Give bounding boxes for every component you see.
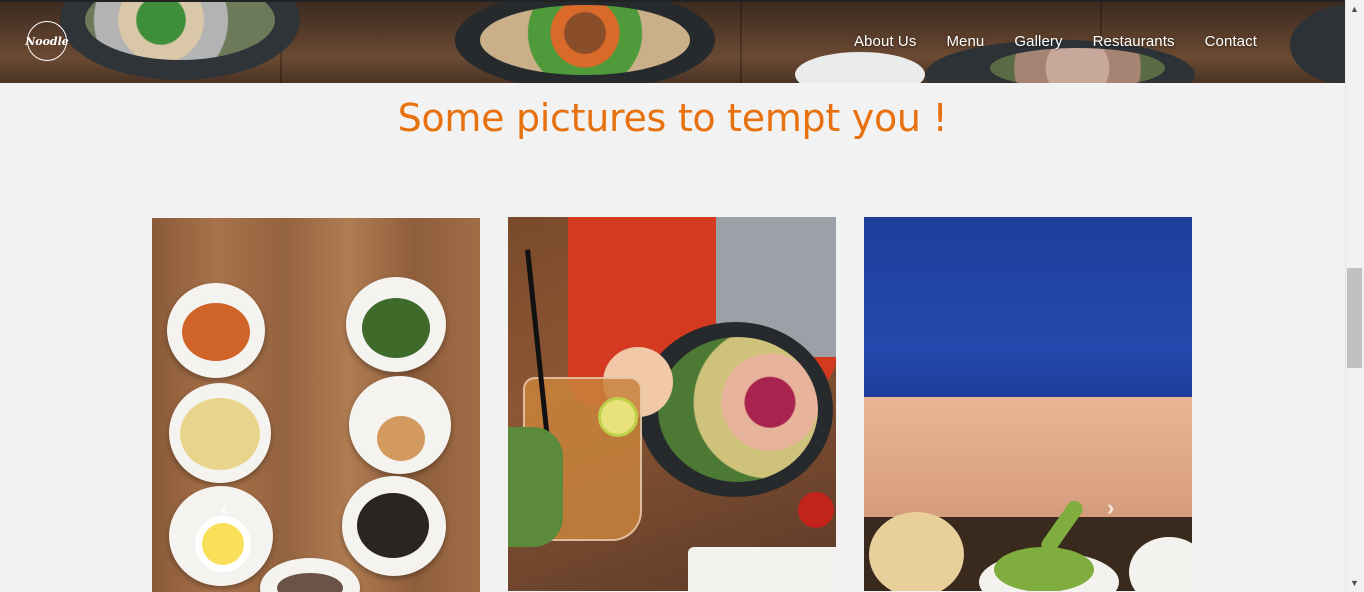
small-bowl-image [795, 52, 925, 83]
gallery-image-drink[interactable] [508, 217, 836, 591]
main-navigation: About Us Menu Gallery Restaurants Contac… [854, 33, 1257, 50]
seaweed [362, 298, 430, 358]
egg [202, 523, 244, 565]
chevron-left-icon[interactable]: ‹ [220, 496, 227, 522]
ramen-toppings [480, 5, 690, 75]
plate [688, 547, 836, 591]
gallery-image-bowls[interactable]: ‹ [152, 218, 480, 592]
brand-logo[interactable]: Noodle [25, 21, 69, 61]
nav-restaurants[interactable]: Restaurants [1093, 33, 1175, 50]
logo-text: Noodle [25, 34, 69, 48]
kimchi [182, 303, 250, 361]
gallery-title: Some pictures to tempt you ! [397, 96, 948, 140]
scroll-down-arrow-icon[interactable]: ▼ [1345, 574, 1364, 591]
nav-about-us[interactable]: About Us [854, 33, 917, 50]
edamame-pile [994, 547, 1094, 591]
edamame [508, 427, 563, 547]
sauce [377, 416, 425, 461]
ramen-bowl-image [1290, 5, 1345, 83]
nav-gallery[interactable]: Gallery [1014, 33, 1062, 50]
scroll-up-arrow-icon[interactable]: ▲ [1345, 0, 1364, 17]
noodles [180, 398, 260, 470]
hands [864, 397, 1192, 527]
nav-contact[interactable]: Contact [1205, 33, 1257, 50]
top-border [0, 0, 1345, 2]
scrollbar-thumb[interactable] [1347, 268, 1362, 368]
wood-plank [740, 0, 742, 83]
hero-banner: Noodle About Us Menu Gallery Restaurants… [0, 0, 1345, 83]
chevron-right-icon[interactable]: › [1107, 495, 1114, 521]
mushrooms [357, 493, 429, 558]
gallery-image-edamame[interactable]: › [864, 217, 1192, 591]
nav-menu[interactable]: Menu [946, 33, 984, 50]
gyoza [869, 512, 964, 591]
lemon-slice [598, 397, 638, 437]
salad-bowl [658, 337, 818, 482]
sauce-dish [798, 492, 834, 528]
ramen-toppings [990, 48, 1165, 83]
